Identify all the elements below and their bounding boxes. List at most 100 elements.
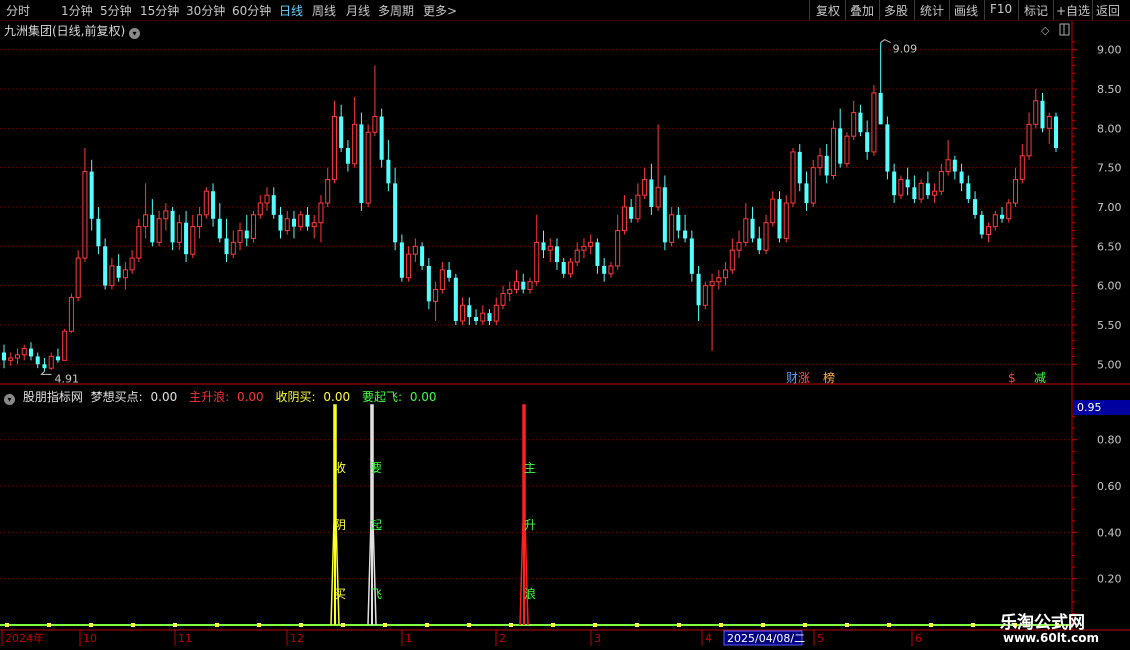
price-tick-label: 8.00: [1097, 122, 1122, 135]
high-pointer: [880, 38, 891, 44]
period-tab-weekly[interactable]: 周线: [312, 2, 336, 19]
candle-body-up: [257, 202, 263, 216]
period-tab-15min[interactable]: 15分钟: [140, 2, 179, 19]
legend-take-off-value: 0.00: [409, 390, 437, 404]
legend-main-wave: 主升浪: 0.00: [189, 390, 268, 404]
baseline-dot: [257, 623, 261, 627]
period-tab-fenshi[interactable]: 分时: [6, 2, 30, 19]
candle-body-up: [723, 269, 729, 279]
toolbar-divider: [914, 0, 915, 20]
candle-body-up: [365, 131, 371, 204]
price-tick-label: 5.50: [1097, 319, 1122, 332]
high-price-label: 9.09: [893, 43, 918, 56]
candle-body-down: [1, 352, 7, 361]
candle-body-up: [372, 116, 378, 133]
indicator-name: 股朋指标网: [22, 390, 83, 404]
candle-body-down: [211, 191, 216, 219]
draw-line-button[interactable]: 画线: [954, 2, 978, 19]
time-cursor-label: 2025/04/08/二: [727, 632, 805, 645]
candle-body-up: [716, 277, 722, 283]
candle-body-down: [150, 214, 155, 243]
candle-body-down: [42, 364, 47, 369]
time-label: 5: [817, 632, 824, 645]
period-tab-5min[interactable]: 5分钟: [100, 2, 132, 19]
candle-body-up: [8, 357, 14, 361]
candle-body-down: [467, 305, 472, 318]
signal-text-main-wave: 升: [524, 518, 536, 532]
baseline-dot: [761, 623, 765, 627]
candle-body-up: [736, 241, 742, 251]
candle-body-up: [932, 190, 938, 196]
candle-body-up: [136, 226, 142, 259]
baseline-dot: [971, 623, 975, 627]
back-button[interactable]: 返回: [1096, 2, 1120, 19]
price-tick-label: 9.00: [1097, 44, 1122, 57]
time-label: 3: [594, 632, 601, 645]
legend-dream-buy-label: 梦想买点:: [90, 390, 143, 404]
candle-body-down: [629, 206, 634, 219]
baseline-dot: [803, 623, 807, 627]
chevron-down-icon[interactable]: ▾: [129, 28, 141, 39]
candle-body-down: [966, 183, 971, 200]
candle-body-down: [865, 132, 870, 152]
period-tab-daily[interactable]: 日线: [279, 2, 303, 19]
candle-body-up: [325, 178, 331, 204]
candle-body-up: [203, 190, 209, 216]
signal-text-yin-buy: 收: [334, 461, 346, 475]
candle-body-down: [339, 116, 344, 148]
multi-stock-button[interactable]: 多股: [884, 2, 908, 19]
mark-button[interactable]: 标记: [1024, 2, 1048, 19]
candle-body-down: [474, 317, 479, 322]
legend-yin-buy: 收阴买: 0.00: [276, 390, 355, 404]
toolbar-divider: [845, 0, 846, 20]
candle-body-up: [992, 214, 998, 228]
candle-body-up: [237, 230, 243, 243]
period-tab-60min[interactable]: 60分钟: [232, 2, 271, 19]
candle-body-down: [952, 159, 957, 172]
add-watchlist-button[interactable]: +自选: [1056, 2, 1090, 19]
candle-body-down: [244, 230, 249, 239]
candle-body-up: [743, 218, 749, 243]
candle-body-up: [790, 151, 796, 204]
candle-body-up: [507, 289, 513, 294]
time-label: 2024年: [5, 631, 44, 645]
period-tab-1min[interactable]: 1分钟: [61, 2, 93, 19]
candle-body-down: [426, 265, 431, 302]
baseline-dot: [5, 623, 9, 627]
candle-body-down: [116, 265, 121, 278]
legend-yin-buy-value: 0.00: [323, 390, 351, 404]
candle-body-down: [271, 195, 276, 215]
candle-body-up: [352, 123, 358, 165]
baseline-dot: [341, 623, 345, 627]
period-tab-30min[interactable]: 30分钟: [186, 2, 225, 19]
chevron-down-icon[interactable]: ▾: [4, 394, 15, 405]
overlay-button[interactable]: 叠加: [850, 2, 874, 19]
candle-body-down: [912, 187, 917, 200]
candle-body-down: [55, 356, 60, 361]
candle-body-down: [487, 313, 492, 322]
candle-body-up: [844, 135, 850, 165]
chevron-right-icon: >: [447, 4, 458, 18]
period-tab-monthly[interactable]: 月线: [346, 2, 370, 19]
candle-body-up: [412, 245, 418, 255]
baseline-dot: [593, 623, 597, 627]
diamond-icon: ◇: [1041, 24, 1050, 37]
candle-body-up: [669, 214, 675, 243]
f10-button[interactable]: F10: [990, 2, 1012, 16]
candle-body-up: [1019, 155, 1025, 180]
statistics-button[interactable]: 统计: [920, 2, 944, 19]
restore-rights-button[interactable]: 复权: [816, 2, 840, 19]
signal-text-take-off: 要: [370, 461, 382, 475]
candle-body-up: [655, 186, 661, 208]
candle-body-up: [642, 178, 648, 196]
period-tab-multi[interactable]: 多周期: [378, 2, 414, 19]
candle-body-up: [615, 230, 621, 267]
candle-body-down: [689, 238, 694, 274]
candle-body-up: [817, 155, 823, 169]
candle-body-up: [500, 292, 506, 306]
candle-body-up: [230, 241, 236, 255]
indicator-tick-label: 0.80: [1097, 434, 1122, 447]
period-tab-more[interactable]: 更多>: [423, 2, 457, 19]
candle-body-up: [176, 222, 182, 243]
signal-main-wave: [519, 404, 529, 626]
